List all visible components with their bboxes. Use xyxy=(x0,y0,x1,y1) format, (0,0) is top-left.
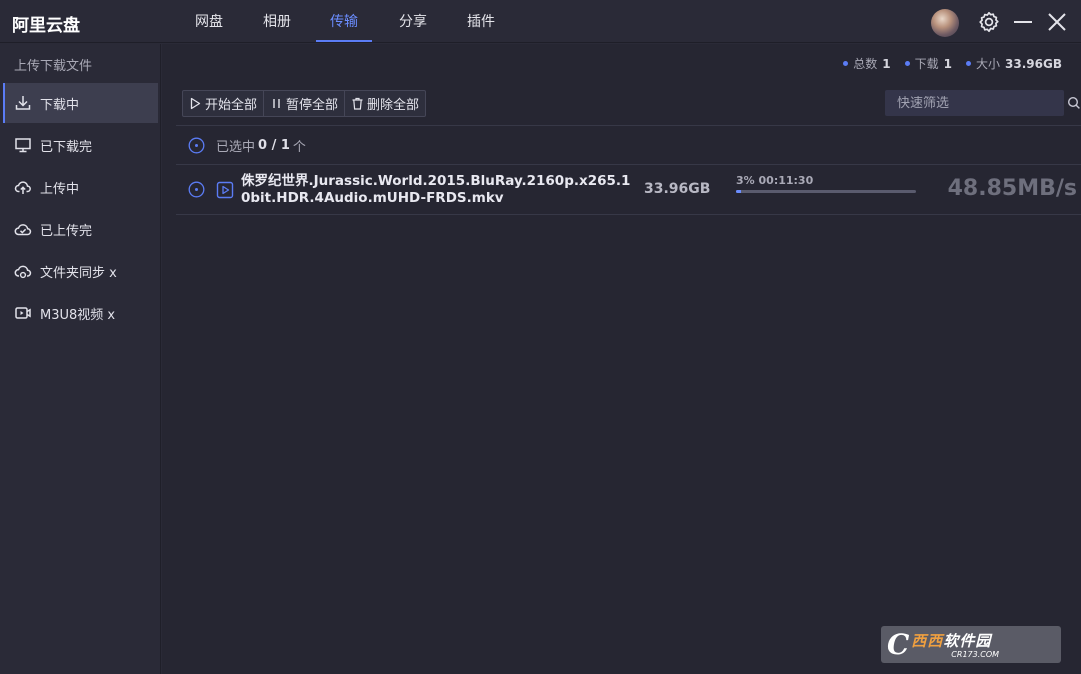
sidebar-item-m3u8-video[interactable]: M3U8视频 x xyxy=(3,293,158,333)
delete-all-label: 删除全部 xyxy=(367,98,420,113)
sidebar-item-label: 下载中 xyxy=(40,97,80,113)
stat-value: 1 xyxy=(943,56,953,71)
tab-share[interactable]: 分享 xyxy=(398,0,428,43)
pause-all-button[interactable]: 暂停全部 xyxy=(264,91,346,116)
sidebar-item-label: 已下载完 xyxy=(40,139,93,155)
progress-label: 3% 00:11:30 xyxy=(736,174,814,187)
delete-all-button[interactable]: 删除全部 xyxy=(345,91,425,116)
download-speed: 48.85MB/s xyxy=(947,176,1077,201)
tab-netdisk[interactable]: 网盘 xyxy=(194,0,224,43)
sidebar-item-uploaded[interactable]: 已上传完 xyxy=(3,209,158,249)
tab-album[interactable]: 相册 xyxy=(262,0,292,43)
stat-value: 33.96GB xyxy=(1005,56,1062,71)
cloud-upload-icon xyxy=(13,177,33,197)
progress-fill xyxy=(736,190,742,193)
sidebar-item-label: 已上传完 xyxy=(40,223,93,239)
filter-input[interactable] xyxy=(885,95,1067,111)
cloud-sync-icon xyxy=(13,261,33,281)
start-all-button[interactable]: 开始全部 xyxy=(183,91,265,116)
title-bar: 阿里云盘 网盘 相册 传输 分享 插件 xyxy=(0,0,1081,43)
pause-icon xyxy=(273,99,280,108)
selection-prefix: 已选中 xyxy=(216,139,256,155)
stat-value: 1 xyxy=(882,56,891,71)
settings-gear-icon[interactable] xyxy=(977,10,1001,34)
minimize-icon[interactable] xyxy=(1011,10,1035,34)
watermark-text: 西西软件园 CR173.COM xyxy=(911,630,999,659)
cloud-check-icon xyxy=(13,219,33,239)
status-dot xyxy=(843,61,849,66)
selection-count: 0 / 1 xyxy=(258,137,290,153)
toolbar: 开始全部 暂停全部 删除全部 xyxy=(182,90,427,117)
selection-summary: 已选中 0 / 1 个 xyxy=(188,136,306,155)
start-all-label: 开始全部 xyxy=(205,98,258,113)
close-icon[interactable] xyxy=(1045,10,1069,34)
watermark-main: 西西软件园 xyxy=(911,632,992,650)
tab-transfer[interactable]: 传输 xyxy=(316,0,372,43)
filter-box xyxy=(885,90,1080,116)
watermark-sub: CR173.COM xyxy=(951,650,1000,659)
avatar[interactable] xyxy=(931,9,959,37)
stat-downloads: 下载 1 xyxy=(904,55,953,72)
stat-label: 大小 xyxy=(976,57,1001,71)
stats-bar: 总数 1 下载 1 大小 33.96GB xyxy=(843,55,1062,72)
sidebar: 上传下载文件 下载中 已下载完 上传中 已上传完 文件夹同步 x M3U8视频 … xyxy=(0,44,161,674)
sidebar-item-label: 文件夹同步 x xyxy=(40,265,117,281)
download-icon xyxy=(13,93,33,113)
progress-bar xyxy=(736,190,916,193)
row-select-radio[interactable] xyxy=(188,181,205,198)
sidebar-item-folder-sync[interactable]: 文件夹同步 x xyxy=(3,251,158,291)
pause-all-label: 暂停全部 xyxy=(286,98,339,113)
search-icon[interactable] xyxy=(1067,96,1081,110)
video-icon xyxy=(13,303,33,323)
transfer-panel: 总数 1 下载 1 大小 33.96GB 开始全部 暂停全部 删除全部 快速筛选… xyxy=(162,44,1081,674)
sidebar-item-label: 上传中 xyxy=(40,181,80,197)
divider xyxy=(176,125,1081,126)
trash-icon xyxy=(352,97,363,110)
play-icon xyxy=(190,97,201,110)
file-size: 33.96GB xyxy=(644,181,711,197)
watermark-logo: C 西西软件园 CR173.COM xyxy=(881,626,1061,663)
watermark-c-glyph: C xyxy=(887,628,910,661)
status-dot xyxy=(904,61,910,66)
tab-plugins[interactable]: 插件 xyxy=(466,0,496,43)
sidebar-item-downloading[interactable]: 下载中 xyxy=(3,83,158,123)
monitor-icon xyxy=(13,135,33,155)
select-all-radio[interactable] xyxy=(188,137,205,154)
stat-label: 总数 xyxy=(853,57,878,71)
video-file-icon xyxy=(216,181,234,199)
sidebar-item-downloaded[interactable]: 已下载完 xyxy=(3,125,158,165)
transfer-row[interactable]: 侏罗纪世界.Jurassic.World.2015.BluRay.2160p.x… xyxy=(176,165,1081,215)
sidebar-item-uploading[interactable]: 上传中 xyxy=(3,167,158,207)
selection-suffix: 个 xyxy=(292,139,306,155)
status-dot xyxy=(966,61,972,66)
file-name: 侏罗纪世界.Jurassic.World.2015.BluRay.2160p.x… xyxy=(241,173,631,206)
stat-size: 大小 33.96GB xyxy=(966,55,1062,72)
sidebar-item-label: M3U8视频 x xyxy=(40,307,116,323)
app-title: 阿里云盘 xyxy=(12,16,80,36)
stat-total: 总数 1 xyxy=(843,55,891,72)
sidebar-header: 上传下载文件 xyxy=(14,59,93,74)
stat-label: 下载 xyxy=(914,57,939,71)
